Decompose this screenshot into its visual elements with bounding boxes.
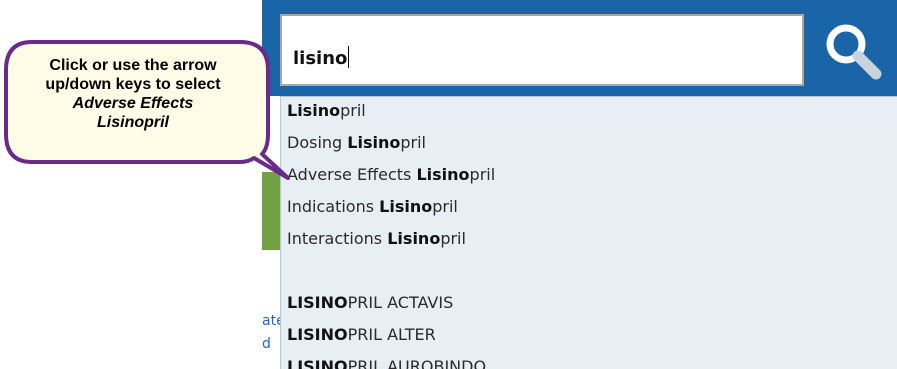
suggestion-prefix: Dosing <box>287 133 348 152</box>
suggestion-suffix: PRIL ACTAVIS <box>347 293 454 312</box>
suggestion-item[interactable]: Adverse Effects Lisinopril <box>287 165 495 185</box>
suggestion-prefix: Interactions <box>287 229 388 248</box>
page-link-fragment[interactable]: ate <box>262 313 282 329</box>
suggestion-item[interactable]: LISINOPRIL AUROBINDO <box>287 357 486 369</box>
suggestion-item[interactable]: Indications Lisinopril <box>287 197 458 217</box>
suggestion-item[interactable]: LISINOPRIL ACTAVIS <box>287 293 453 313</box>
callout-line-emphasis: Lisinopril <box>97 114 169 131</box>
suggestion-match: Lisino <box>347 133 401 152</box>
suggestion-item[interactable]: LISINOPRIL ALTER <box>287 325 436 345</box>
suggestion-match: LISINO <box>287 293 348 312</box>
page-link-fragment[interactable]: d <box>262 336 282 352</box>
suggestion-match: LISINO <box>287 357 348 369</box>
suggestion-item[interactable]: Dosing Lisinopril <box>287 133 426 153</box>
search-icon <box>826 24 882 80</box>
search-input-value: lisino <box>293 46 350 69</box>
callout-line-emphasis: Adverse Effects <box>72 95 194 112</box>
suggestion-match: Lisino <box>416 165 470 184</box>
suggestion-suffix: pril <box>440 229 466 248</box>
suggestion-suffix: pril <box>400 133 426 152</box>
instruction-callout: Click or use the arrow up/down keys to s… <box>0 30 290 190</box>
suggestion-prefix: Indications <box>287 197 380 216</box>
suggestion-item[interactable]: Interactions Lisinopril <box>287 229 466 249</box>
suggestion-suffix: PRIL ALTER <box>347 325 436 344</box>
search-button[interactable] <box>810 14 897 90</box>
suggestion-suffix: pril <box>340 101 366 120</box>
suggestion-suffix: pril <box>469 165 496 184</box>
suggestion-match: Lisino <box>379 197 433 216</box>
autocomplete-dropdown: Lisinopril Dosing Lisinopril Adverse Effec… <box>280 96 897 369</box>
suggestion-match: LISINO <box>287 325 348 344</box>
callout-line: Click or use the arrow <box>49 57 217 74</box>
suggestion-match: Lisino <box>287 101 341 120</box>
suggestion-suffix: PRIL AUROBINDO <box>347 357 487 369</box>
suggestion-prefix: Adverse Effects <box>287 165 417 184</box>
suggestion-suffix: pril <box>432 197 458 216</box>
text-caret <box>348 46 350 68</box>
callout-text: Click or use the arrow up/down keys to s… <box>14 56 252 132</box>
callout-line: up/down keys to select <box>45 76 221 93</box>
suggestion-match: Lisino <box>387 229 441 248</box>
suggestion-item[interactable]: Lisinopril <box>287 101 366 121</box>
search-input[interactable]: lisino <box>280 14 804 86</box>
